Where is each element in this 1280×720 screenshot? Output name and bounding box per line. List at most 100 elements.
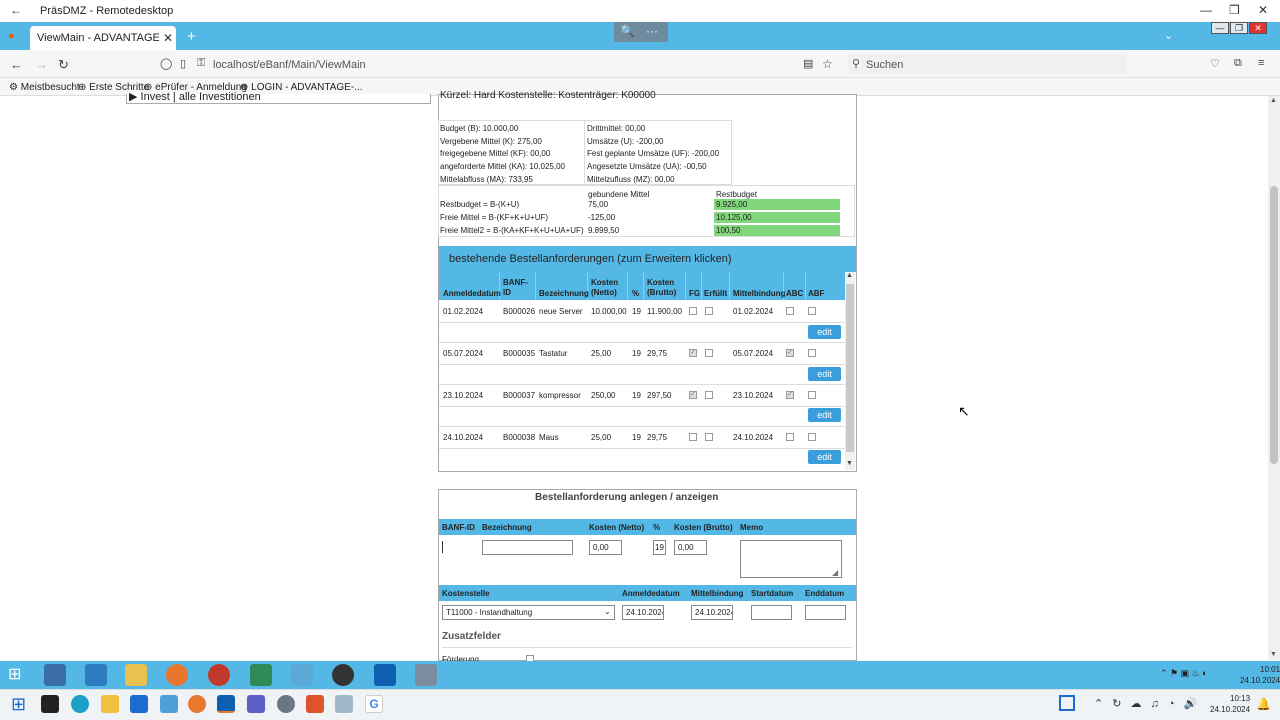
taskbar-explorer-icon[interactable] — [125, 664, 147, 686]
th-abf[interactable]: ABF — [808, 289, 824, 298]
notification-bell-icon[interactable]: 🔔 — [1256, 697, 1271, 711]
taskbar-explorer-icon[interactable] — [101, 695, 119, 713]
row2-abf-checkbox[interactable] — [808, 391, 816, 399]
taskbar-teams-icon[interactable] — [247, 695, 265, 713]
th-bezeichnung[interactable]: Bezeichnung — [539, 289, 589, 298]
percent-input[interactable]: 19 — [653, 540, 666, 555]
taskbar-rdp-icon[interactable] — [335, 695, 353, 713]
taskbar-server-manager-icon[interactable] — [44, 664, 66, 686]
remote-tray-icons[interactable]: ⌃ ⚑ ▣ ♨ ◐ — [1160, 668, 1208, 679]
taskbar-outlook-icon[interactable] — [374, 664, 396, 686]
th-abc[interactable]: ABC — [786, 289, 803, 298]
taskbar-store-icon[interactable] — [130, 695, 148, 713]
anmeldedatum-input[interactable]: 24.10.2024 — [622, 605, 664, 620]
chevron-down-icon[interactable]: ⌄ — [1164, 29, 1173, 42]
more-icon[interactable]: ··· — [646, 24, 658, 38]
th-anmeldedatum[interactable]: Anmeldedatum — [443, 289, 501, 298]
row3-abf-checkbox[interactable] — [808, 433, 816, 441]
kosten-netto-input[interactable]: 0,00 — [589, 540, 622, 555]
th-fg[interactable]: FG — [689, 289, 700, 298]
forward-icon[interactable]: → — [35, 57, 48, 72]
taskbar-remote-icon[interactable] — [415, 664, 437, 686]
kostenstelle-select[interactable]: T11000 - Instandhaltung — [442, 605, 615, 620]
remote-clock[interactable]: 10:01 24.10.2024 — [1240, 664, 1280, 686]
th-banf-id[interactable]: BANF-ID — [503, 278, 531, 298]
browser-close-icon[interactable]: ✕ — [1249, 22, 1267, 34]
startdatum-input[interactable] — [751, 605, 792, 620]
taskbar-chart-icon[interactable] — [250, 664, 272, 686]
browser-restore-icon[interactable]: ❐ — [1230, 22, 1248, 34]
zoom-icon[interactable]: 🔍 — [620, 24, 635, 38]
menu-icon[interactable]: ≡ — [1258, 57, 1264, 69]
restore-icon[interactable]: ❐ — [1229, 3, 1240, 17]
back-arrow-icon[interactable]: ← — [10, 3, 22, 17]
taskbar-app-icon[interactable] — [306, 695, 324, 713]
taskbar-widget-icon[interactable] — [1059, 695, 1075, 711]
row1-erfuellt-checkbox[interactable] — [705, 349, 713, 357]
table-scrollbar-thumb[interactable] — [846, 284, 854, 452]
row0-abf-checkbox[interactable] — [808, 307, 816, 315]
row3-erfuellt-checkbox[interactable] — [705, 433, 713, 441]
shield-icon[interactable]: ◯ — [160, 57, 172, 70]
taskbar-settings-icon[interactable] — [277, 695, 295, 713]
kosten-brutto-input[interactable]: 0,00 — [674, 540, 707, 555]
windows-start-icon[interactable]: ⊞ — [11, 694, 26, 715]
row3-abc-checkbox[interactable] — [786, 433, 794, 441]
reload-icon[interactable]: ↻ — [58, 57, 69, 73]
extensions-icon[interactable]: ⧉ — [1234, 57, 1242, 70]
taskbar-firefox-icon[interactable] — [188, 695, 206, 713]
row0-erfuellt-checkbox[interactable] — [705, 307, 713, 315]
table-scroll-up-icon[interactable]: ▲ — [846, 272, 853, 279]
th-mittelbindung[interactable]: Mittelbindung — [733, 289, 785, 298]
tab-viewmain[interactable]: ViewMain - ADVANTAGE- myBudget ✕ — [30, 26, 176, 50]
taskbar-google-icon[interactable]: G — [365, 695, 383, 713]
address-bar[interactable]: localhost/eBanf/Main/ViewMain — [213, 59, 366, 71]
th-kosten-netto[interactable]: Kosten (Netto) — [591, 278, 623, 298]
new-tab-icon[interactable]: + — [187, 28, 196, 45]
tree-node-invest[interactable]: ▶ Invest | alle Investitionen — [129, 90, 261, 103]
search-input[interactable]: ⚲ Suchen — [848, 54, 1126, 74]
reader-view-icon[interactable]: ▤ — [803, 57, 813, 70]
taskbar-firefox-icon[interactable] — [166, 664, 188, 686]
pocket-icon[interactable]: ♡ — [1210, 57, 1220, 70]
table-scroll-down-icon[interactable]: ▼ — [846, 460, 853, 467]
th-percent[interactable]: % — [632, 289, 639, 298]
taskbar-edge-icon[interactable] — [71, 695, 89, 713]
memo-textarea[interactable] — [740, 540, 842, 578]
local-clock[interactable]: 10:13 24.10.2024 — [1210, 693, 1250, 715]
row3-edit-button[interactable]: edit — [808, 450, 841, 464]
enddatum-input[interactable] — [805, 605, 846, 620]
back-icon[interactable]: ← — [10, 57, 23, 72]
taskbar-powershell-icon[interactable] — [85, 664, 107, 686]
close-icon[interactable]: ✕ — [1258, 3, 1268, 17]
scroll-down-icon[interactable]: ▼ — [1270, 651, 1277, 658]
taskbar-database-icon[interactable] — [332, 664, 354, 686]
row3-fg-checkbox[interactable] — [689, 433, 697, 441]
bookmark-star-icon[interactable]: ☆ — [822, 57, 833, 71]
taskbar-as-icon[interactable] — [291, 664, 313, 686]
windows-start-icon[interactable]: ⊞ — [8, 664, 21, 684]
table-scrollbar[interactable]: ▲ ▼ — [845, 272, 855, 470]
bookmark-meistbesucht[interactable]: ⚙ Meistbesucht — [9, 82, 80, 93]
th-kosten-brutto[interactable]: Kosten (Brutto) — [647, 278, 681, 298]
browser-minimize-icon[interactable]: — — [1211, 22, 1229, 34]
row0-fg-checkbox[interactable] — [689, 307, 697, 315]
page-scrollbar-thumb[interactable] — [1270, 186, 1278, 464]
tab-close-icon[interactable]: ✕ — [163, 31, 173, 45]
taskbar-outlook-icon[interactable] — [217, 695, 235, 713]
row1-abf-checkbox[interactable] — [808, 349, 816, 357]
scroll-up-icon[interactable]: ▲ — [1270, 97, 1277, 104]
th-erfuellt[interactable]: Erfüllt — [704, 289, 727, 298]
mittelbindung-input[interactable]: 24.10.2024 — [691, 605, 733, 620]
minimize-icon[interactable]: — — [1200, 3, 1212, 17]
taskbar-snipping-icon[interactable] — [160, 695, 178, 713]
remote-desktop-toolbar[interactable]: 🔍 ··· — [614, 22, 668, 42]
row0-abc-checkbox[interactable] — [786, 307, 794, 315]
row2-erfuellt-checkbox[interactable] — [705, 391, 713, 399]
taskbar-taskview-icon[interactable] — [41, 695, 59, 713]
row2-edit-button[interactable]: edit — [808, 408, 841, 422]
chevron-down-icon[interactable]: ⌄ — [604, 607, 611, 616]
taskbar-app-red-icon[interactable] — [208, 664, 230, 686]
row2-abc-checkbox[interactable]: ✓ — [786, 391, 794, 399]
resize-handle-icon[interactable]: ◢ — [832, 568, 838, 577]
